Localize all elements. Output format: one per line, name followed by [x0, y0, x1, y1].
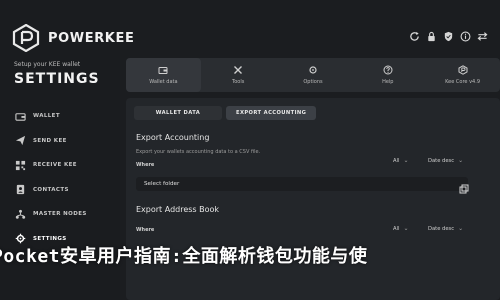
privacy-icon[interactable] [443, 31, 454, 42]
lock-icon[interactable] [426, 31, 437, 42]
export-address-book-title: Export Address Book [136, 205, 220, 214]
powerkee-logo-icon [12, 23, 40, 53]
overlay-caption: Pocket安卓用户指南:全面解析钱包功能与使 [0, 246, 368, 267]
sidebar-item-label: SETTINGS [33, 235, 67, 242]
dropdown-value: Date desc [428, 157, 455, 164]
chevron-down-icon: ⌄ [458, 225, 464, 232]
sidebar-item-send-kee[interactable]: SEND KEE [14, 129, 114, 154]
export-address-book-filter-dropdown[interactable]: All ⌄ [393, 225, 408, 232]
export-address-book-sort-dropdown[interactable]: Date desc ⌄ [428, 225, 463, 232]
dropdown-value: All [393, 225, 400, 232]
sidebar-title: SETTINGS [14, 71, 100, 87]
subtab-wallet-data[interactable]: WALLET DATA [134, 106, 222, 120]
help-icon [383, 65, 393, 75]
wallet-icon [14, 110, 26, 122]
brand: POWERKEE [12, 23, 134, 53]
dropdown-value: All [393, 157, 400, 164]
export-accounting-folder-input[interactable]: Select folder [136, 177, 468, 191]
sidebar-subtitle: Setup your KEE wallet [14, 61, 81, 68]
tools-icon [234, 66, 243, 74]
sidebar-item-receive-kee[interactable]: RECEIVE KEE [14, 153, 114, 178]
tab-label: Help [382, 79, 394, 85]
tab-kee-core[interactable]: Kee Core v4.9 [425, 58, 500, 92]
settings-tabs: Wallet data Tools Options Help Kee Core … [126, 58, 500, 92]
sidebar-nav: WALLET SEND KEE RECEIVE KEE CONTACTS MAS… [14, 104, 114, 251]
sidebar-item-label: RECEIVE KEE [33, 162, 77, 169]
sidebar-item-label: WALLET [33, 113, 60, 120]
tab-label: Tools [232, 79, 245, 85]
chevron-down-icon: ⌄ [458, 157, 464, 164]
subtabs: WALLET DATA EXPORT ACCOUNTING [134, 106, 317, 120]
receive-icon [14, 159, 26, 171]
chevron-down-icon: ⌄ [403, 225, 409, 232]
top-toolbar [409, 31, 488, 42]
wallet-data-icon [158, 67, 168, 74]
export-accounting-title: Export Accounting [136, 133, 210, 142]
send-icon [14, 135, 26, 147]
dropdown-value: Date desc [428, 225, 455, 232]
sidebar-item-label: MASTER NODES [33, 211, 87, 218]
tab-label: Wallet data [149, 79, 178, 85]
chevron-down-icon: ⌄ [403, 157, 409, 164]
tab-label: Options [303, 79, 323, 85]
options-icon [309, 66, 317, 74]
export-accounting-description: Export your wallets accounting data to a… [136, 149, 261, 155]
tab-options[interactable]: Options [276, 58, 351, 92]
export-accounting-where-label: Where [136, 162, 155, 168]
masternodes-icon [14, 208, 26, 220]
tab-help[interactable]: Help [350, 58, 425, 92]
contacts-icon [14, 184, 26, 196]
transfer-icon[interactable] [477, 31, 488, 42]
subtab-export-accounting[interactable]: EXPORT ACCOUNTING [226, 106, 317, 120]
core-icon [458, 65, 468, 75]
export-address-book-where-label: Where [136, 227, 155, 233]
info-icon[interactable] [460, 31, 471, 42]
folder-copy-icon[interactable] [459, 179, 469, 194]
sidebar-item-contacts[interactable]: CONTACTS [14, 178, 114, 203]
sidebar-item-label: CONTACTS [33, 186, 69, 193]
settings-content-panel: WALLET DATA EXPORT ACCOUNTING Export Acc… [126, 98, 500, 300]
tab-wallet-data[interactable]: Wallet data [126, 58, 201, 92]
export-accounting-filter-dropdown[interactable]: All ⌄ [393, 157, 408, 164]
refresh-icon[interactable] [409, 31, 420, 42]
tab-label: Kee Core v4.9 [445, 79, 480, 85]
sidebar-item-label: SEND KEE [33, 137, 67, 144]
tab-tools[interactable]: Tools [201, 58, 276, 92]
sidebar-item-master-nodes[interactable]: MASTER NODES [14, 202, 114, 227]
export-accounting-sort-dropdown[interactable]: Date desc ⌄ [428, 157, 463, 164]
sidebar-item-wallet[interactable]: WALLET [14, 104, 114, 129]
